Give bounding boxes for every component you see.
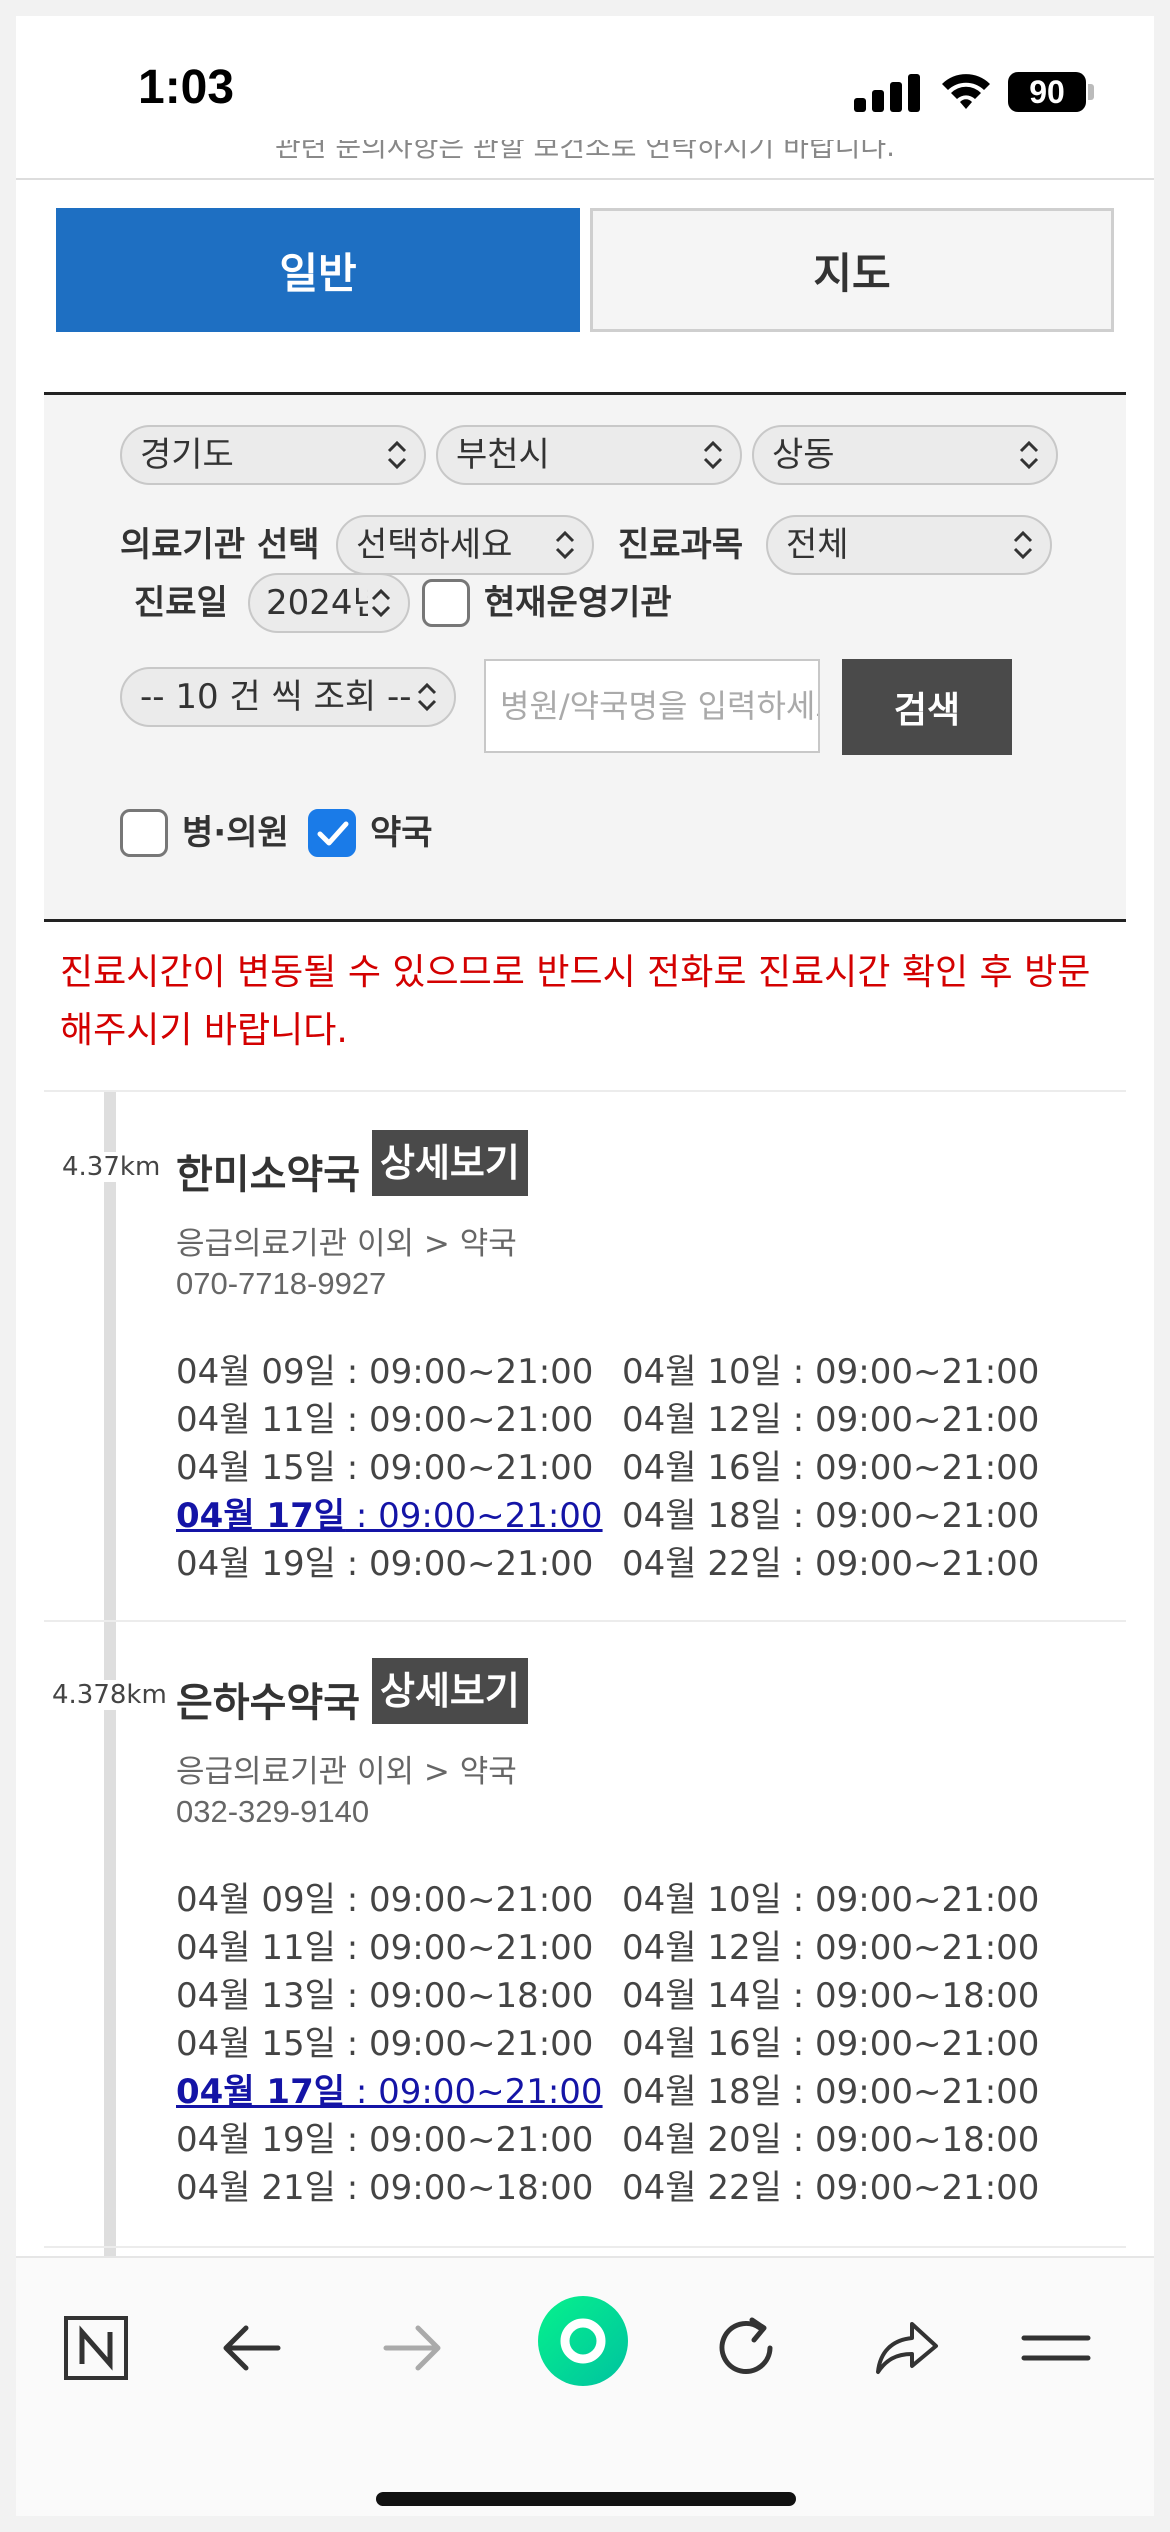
department-select[interactable]: 전체 <box>766 515 1052 575</box>
header-cut-text: 관련 문의사항은 관할 보건소로 연락하시기 바랍니다. <box>274 140 896 162</box>
chevron-updown-icon <box>387 440 407 470</box>
pharmacy-name: 은하수약국 <box>176 1680 360 1726</box>
chevron-updown-icon <box>1013 530 1033 560</box>
chevron-updown-icon <box>414 677 440 717</box>
operating-label: 현재운영기관 <box>484 583 672 623</box>
city-select[interactable]: 부천시 <box>436 425 742 485</box>
list-divider <box>44 2246 1126 2248</box>
hours-entry: 04월 13일 : 09:00~18:00 <box>176 1976 594 2016</box>
hours-entry: 04월 10일 : 09:00~21:00 <box>622 1352 1040 1392</box>
date-label: 진료일 <box>134 583 228 623</box>
city-value: 부천시 <box>456 435 550 475</box>
search-input[interactable]: 병원/약국명을 입력하세요 <box>484 659 820 753</box>
institution-select[interactable]: 선택하세요 <box>336 515 594 575</box>
battery-icon: 90 <box>1008 72 1086 112</box>
chevron-updown-icon <box>555 530 575 560</box>
hours-entry: 04월 09일 : 09:00~21:00 <box>176 1880 594 1920</box>
hours-entry-today: 04월 17일 : 09:00~21:00 <box>176 1496 603 1536</box>
hours-entry: 04월 21일 : 09:00~18:00 <box>176 2168 594 2208</box>
page-size-select[interactable]: -- 10 건 씩 조회 -- <box>120 667 456 727</box>
reload-icon[interactable] <box>708 2308 788 2388</box>
hours-entry: 04월 11일 : 09:00~21:00 <box>176 1928 594 1968</box>
chevron-updown-icon <box>368 583 394 623</box>
hours-notice: 진료시간이 변동될 수 있으므로 반드시 전화로 진료시간 확인 후 방문해주시… <box>60 952 1091 1051</box>
detail-button[interactable]: 상세보기 <box>372 1130 528 1196</box>
hospital-label: 병·의원 <box>182 813 289 853</box>
battery-tip <box>1088 84 1094 100</box>
cellular-signal-icon <box>854 72 924 112</box>
pharmacy-distance: 4.378km <box>52 1680 167 1710</box>
hours-entry: 04월 19일 : 09:00~21:00 <box>176 1544 594 1584</box>
pharmacy-distance: 4.37km <box>62 1152 161 1182</box>
department-value: 전체 <box>786 525 849 565</box>
pharmacy-category: 응급의료기관 이외 > 약국 <box>176 1754 517 1790</box>
wifi-icon <box>942 74 990 109</box>
status-bar: 1:03 90 관련 문의사항은 관할 보건소로 연락하시기 바랍니다. <box>16 16 1154 161</box>
hospital-checkbox[interactable] <box>120 809 168 857</box>
search-filter-panel: 경기도 부천시 상동 의료기관 선택 선택하세요 진료과목 전체 진료일 202… <box>44 392 1126 922</box>
header-divider <box>16 178 1154 180</box>
hours-entry: 04월 22일 : 09:00~21:00 <box>622 2168 1040 2208</box>
hours-entry: 04월 19일 : 09:00~21:00 <box>176 2120 594 2160</box>
province-value: 경기도 <box>140 435 234 475</box>
pharmacy-phone[interactable]: 070-7718-9927 <box>176 1266 386 1302</box>
hours-entry: 04월 18일 : 09:00~21:00 <box>622 1496 1040 1536</box>
hours-entry: 04월 12일 : 09:00~21:00 <box>622 1928 1040 1968</box>
hours-entry: 04월 15일 : 09:00~21:00 <box>176 2024 594 2064</box>
date-select[interactable]: 2024년 <box>248 573 410 633</box>
hours-entry: 04월 22일 : 09:00~21:00 <box>622 1544 1040 1584</box>
detail-button[interactable]: 상세보기 <box>372 1658 528 1724</box>
naver-icon[interactable] <box>56 2308 136 2388</box>
pharmacy-label: 약국 <box>370 813 433 853</box>
pharmacy-category: 응급의료기관 이외 > 약국 <box>176 1226 517 1262</box>
hours-entry: 04월 20일 : 09:00~18:00 <box>622 2120 1040 2160</box>
home-indicator[interactable] <box>376 2492 796 2506</box>
forward-arrow-icon[interactable] <box>372 2308 452 2388</box>
browser-viewport: 1:03 90 관련 문의사항은 관할 보건소로 연락하시기 바랍니다. 일반 … <box>16 16 1154 2516</box>
operating-checkbox[interactable] <box>422 579 470 627</box>
pharmacy-phone[interactable]: 032-329-9140 <box>176 1794 369 1830</box>
institution-value: 선택하세요 <box>356 525 513 565</box>
menu-icon[interactable] <box>1016 2308 1096 2388</box>
page-size-value: -- 10 건 씩 조회 -- <box>140 677 412 717</box>
hours-entry: 04월 16일 : 09:00~21:00 <box>622 2024 1040 2064</box>
chevron-updown-icon <box>1019 440 1039 470</box>
home-circle-icon[interactable] <box>536 2294 630 2388</box>
hours-entry: 04월 11일 : 09:00~21:00 <box>176 1400 594 1440</box>
hours-entry: 04월 16일 : 09:00~21:00 <box>622 1448 1040 1488</box>
hours-entry: 04월 15일 : 09:00~21:00 <box>176 1448 594 1488</box>
hours-entry-today: 04월 17일 : 09:00~21:00 <box>176 2072 603 2112</box>
back-arrow-icon[interactable] <box>212 2308 292 2388</box>
hours-entry: 04월 10일 : 09:00~21:00 <box>622 1880 1040 1920</box>
pharmacy-checkbox[interactable] <box>308 809 356 857</box>
browser-bottom-bar <box>16 2256 1154 2516</box>
tab-general[interactable]: 일반 <box>56 208 580 332</box>
pharmacy-name: 한미소약국 <box>176 1152 360 1198</box>
share-icon[interactable] <box>866 2308 946 2388</box>
hours-entry: 04월 14일 : 09:00~18:00 <box>622 1976 1040 2016</box>
list-divider <box>44 1090 1126 1092</box>
institution-label: 의료기관 선택 <box>120 525 320 565</box>
status-time: 1:03 <box>138 61 235 114</box>
province-select[interactable]: 경기도 <box>120 425 426 485</box>
district-value: 상동 <box>772 435 835 475</box>
checkmark-icon <box>317 821 349 846</box>
list-divider <box>44 1620 1126 1622</box>
department-label: 진료과목 <box>618 525 744 565</box>
search-button[interactable]: 검색 <box>842 659 1012 755</box>
chevron-updown-icon <box>703 440 723 470</box>
tab-map[interactable]: 지도 <box>590 208 1114 332</box>
hours-entry: 04월 12일 : 09:00~21:00 <box>622 1400 1040 1440</box>
date-value: 2024년 <box>266 583 384 623</box>
hours-entry: 04월 18일 : 09:00~21:00 <box>622 2072 1040 2112</box>
hours-entry: 04월 09일 : 09:00~21:00 <box>176 1352 594 1392</box>
district-select[interactable]: 상동 <box>752 425 1058 485</box>
